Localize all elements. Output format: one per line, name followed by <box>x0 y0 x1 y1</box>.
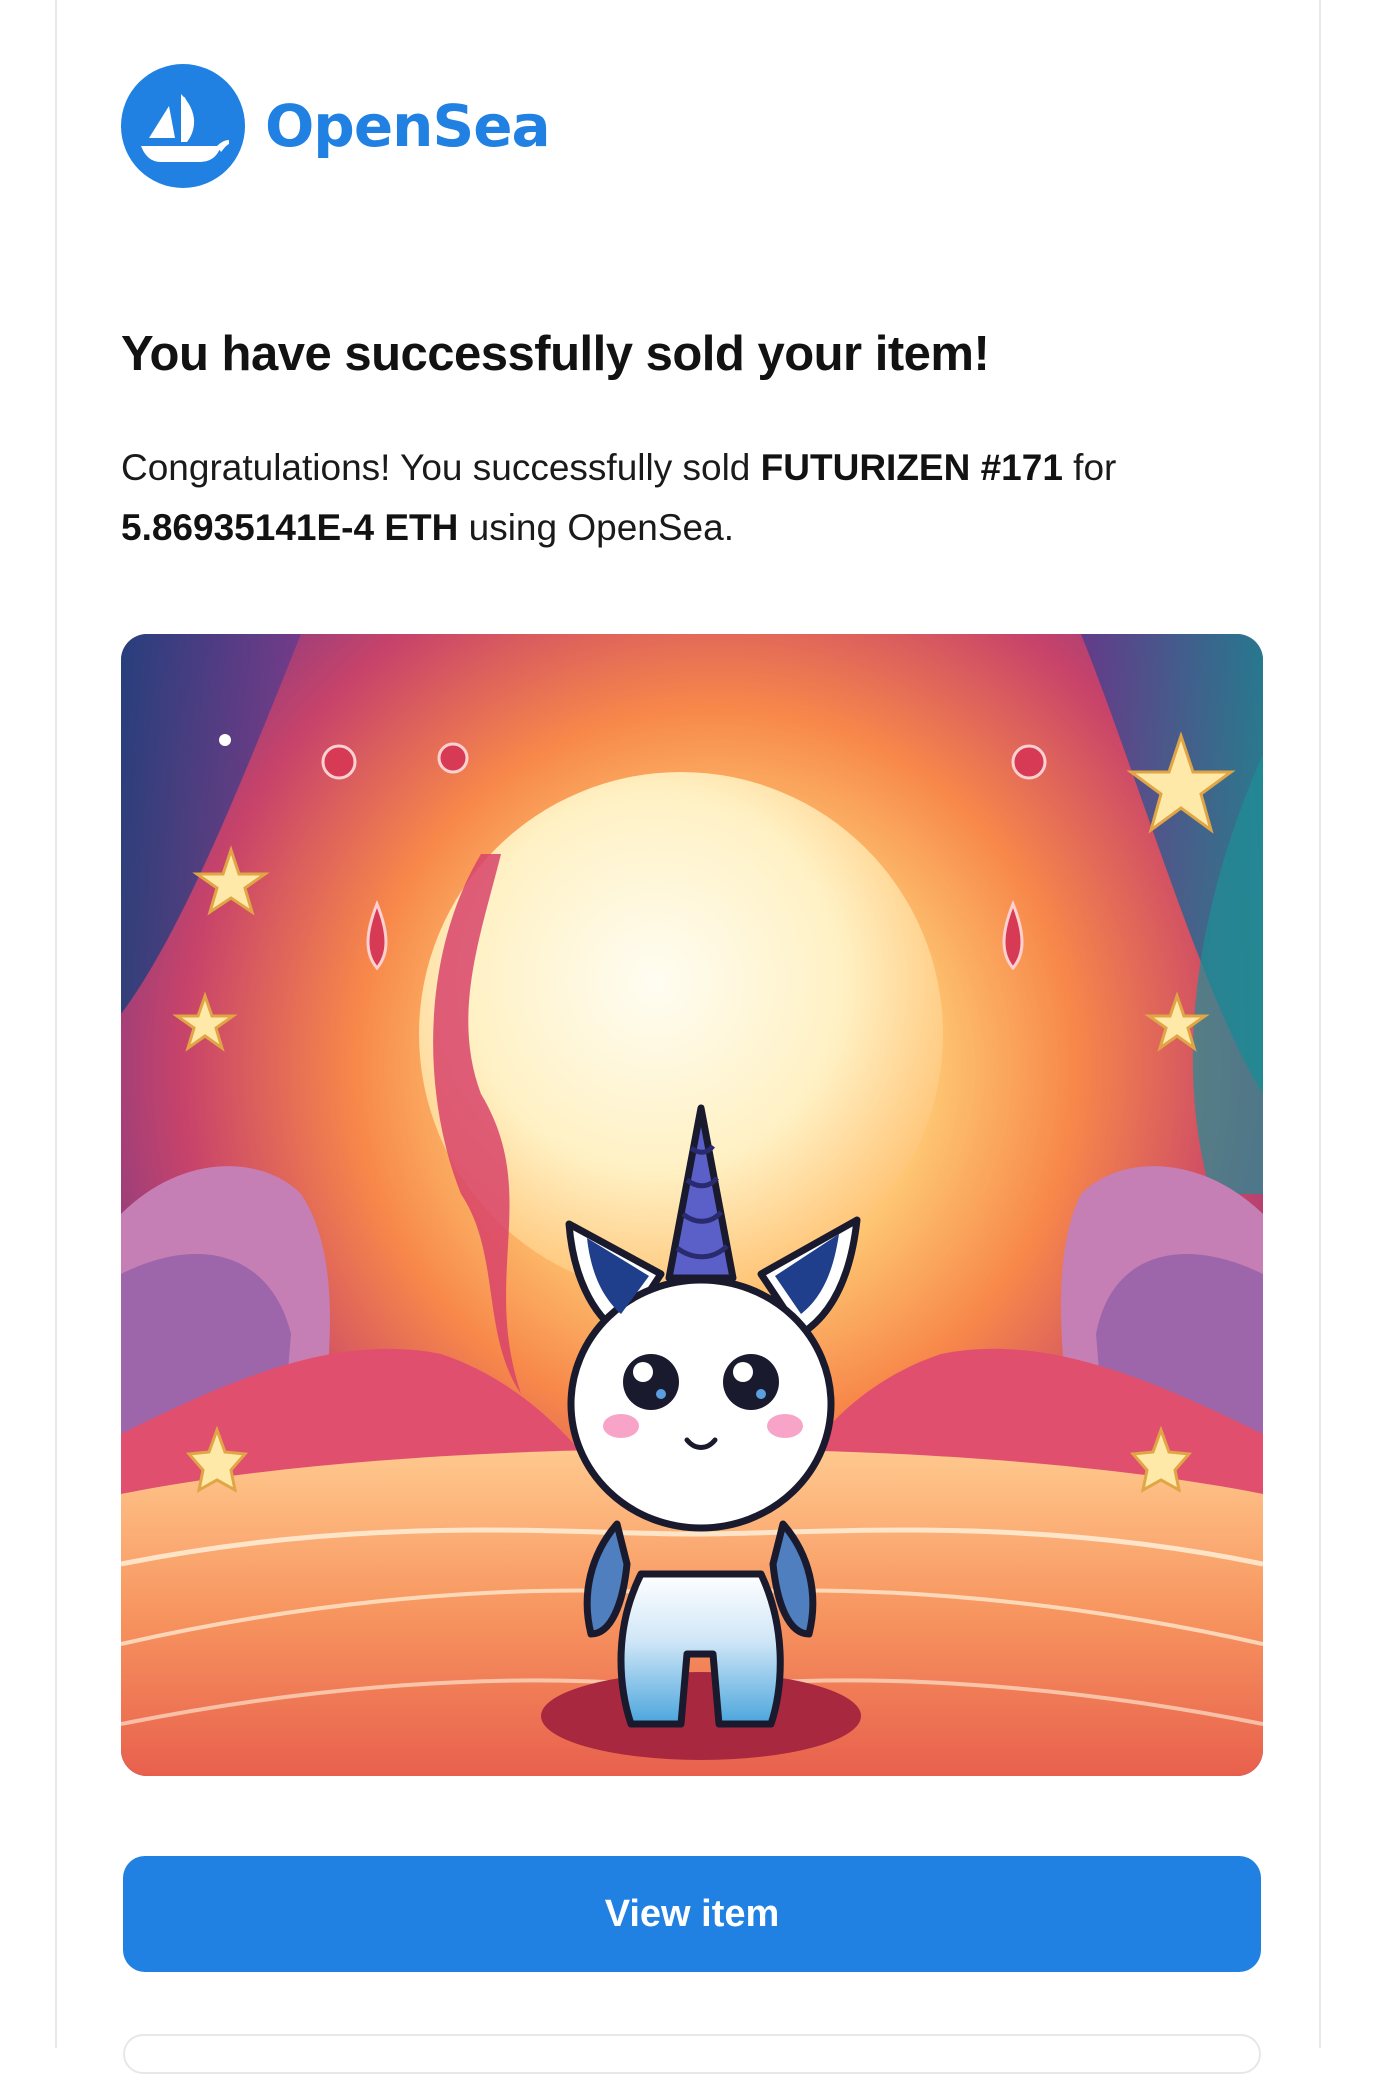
page-title: You have successfully sold your item! <box>121 327 990 381</box>
opensea-logo[interactable]: OpenSea <box>121 64 551 188</box>
opensea-wordmark: OpenSea <box>265 92 551 160</box>
item-name: FUTURIZEN #171 <box>760 447 1063 488</box>
message-outro: using OpenSea. <box>458 507 734 548</box>
sale-price: 5.86935141E-4 ETH <box>121 507 459 548</box>
email-card: OpenSea You have successfully sold your … <box>55 0 1321 2074</box>
sale-message: Congratulations! You successfully sold F… <box>121 438 1271 558</box>
view-item-button[interactable]: View item <box>123 1856 1261 1972</box>
opensea-boat-icon <box>121 64 245 188</box>
message-for: for <box>1062 447 1117 488</box>
cartoon-unicorn-nft-image[interactable] <box>121 634 1263 1776</box>
secondary-button[interactable] <box>123 2034 1261 2074</box>
message-intro: Congratulations! You successfully sold <box>121 447 761 488</box>
